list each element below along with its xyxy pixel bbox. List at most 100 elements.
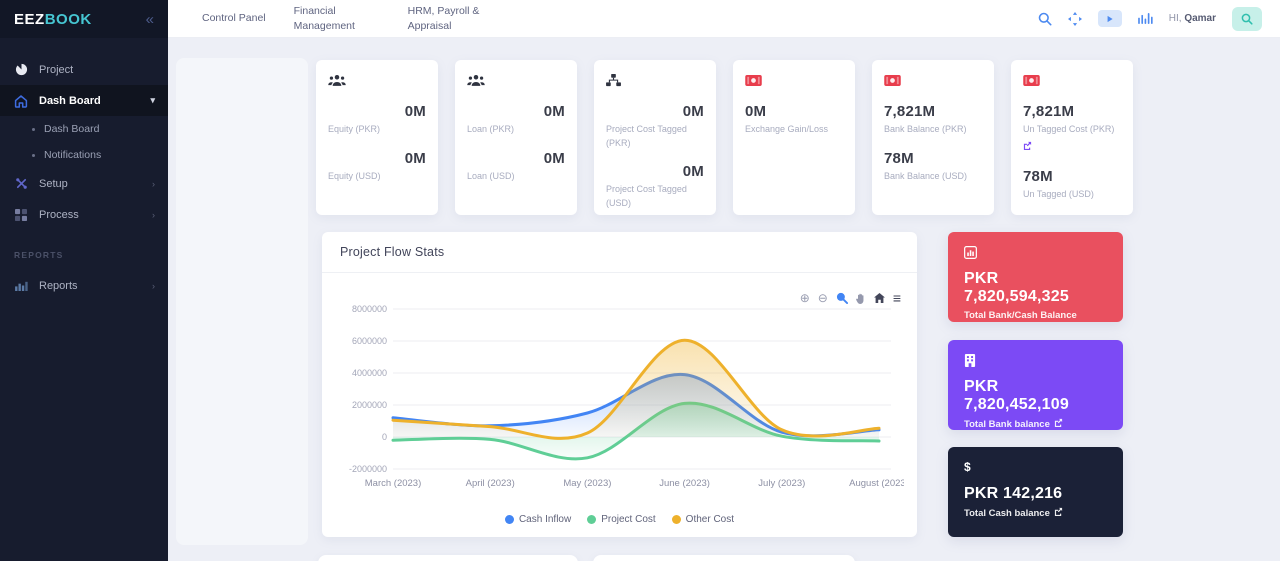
summary-value: PKR 7,820,452,109 (964, 378, 1107, 414)
stat-label: Un Tagged (USD) (1023, 188, 1121, 202)
svg-text:-2000000: -2000000 (349, 464, 387, 474)
stats-bars-icon[interactable] (1138, 13, 1153, 24)
stat-card-bank-balance-pkr: 7,821MBank Balance (PKR)78MBank Balance … (872, 60, 994, 215)
main-content: 0MEquity (PKR)0MEquity (USD)0MLoan (PKR)… (168, 38, 1280, 561)
summary-card-total-bank-balance[interactable]: PKR 7,820,452,109 Total Bank balance (948, 340, 1123, 430)
menu-icon[interactable]: ≡ (893, 291, 901, 305)
svg-text:4000000: 4000000 (352, 368, 387, 378)
stat-row: 0MProject Cost Tagged (PKR) (606, 103, 704, 150)
sidebar-item-process[interactable]: Process › (0, 199, 168, 230)
stat-label: Equity (USD) (328, 170, 426, 184)
stat-card-exchange-gain-loss: 0MExchange Gain/Loss (733, 60, 855, 215)
sidebar-item-label: Dash Board (39, 95, 101, 107)
play-icon[interactable] (1098, 10, 1122, 27)
chart-header: Project Flow Stats (322, 232, 917, 273)
bullet-icon (32, 128, 35, 131)
search-icon[interactable] (1038, 12, 1052, 26)
sidebar-item-setup[interactable]: Setup› (0, 168, 168, 199)
brand-primary: EEZ (14, 11, 45, 28)
stat-value: 7,821M (1023, 103, 1121, 120)
next-card-stub-left (318, 555, 578, 561)
user-name: Qamar (1184, 13, 1216, 24)
stat-label: Un Tagged Cost (PKR) (1023, 123, 1121, 137)
stat-label: Equity (PKR) (328, 123, 426, 137)
stat-value: 0M (606, 103, 704, 120)
legend-item-project-cost[interactable]: Project Cost (587, 514, 655, 525)
summary-label-text: Total Cash balance (964, 508, 1050, 519)
chevron-right-icon: › (152, 281, 155, 291)
stat-row: 0M Equity (PKR) (328, 103, 426, 137)
chevron-right-icon: › (152, 210, 155, 220)
legend-label: Cash Inflow (519, 514, 571, 525)
stat-label: Loan (USD) (467, 170, 565, 184)
legend-dot (587, 515, 596, 524)
sidebar-menu: Project Dash Board ▾ Dash Board Notification… (0, 38, 168, 301)
project-flow-stats-card: Project Flow Stats ⊕ ⊖ ≡ 80000006000000400… (322, 232, 917, 537)
stat-value: 0M (328, 103, 426, 120)
sidebar-item-label: Process (39, 209, 79, 221)
external-link-icon[interactable] (1023, 141, 1032, 150)
chart-box-icon (964, 245, 1107, 259)
nav-tab-hrm-payroll-appraisal[interactable]: HRM, Payroll & Appraisal (408, 4, 494, 32)
reset-home-icon[interactable] (874, 293, 885, 303)
external-link-icon[interactable] (1054, 507, 1063, 519)
legend-item-cash-inflow[interactable]: Cash Inflow (505, 514, 571, 525)
legend-item-other-cost[interactable]: Other Cost (672, 514, 734, 525)
external-link-icon[interactable] (1054, 418, 1063, 430)
legend-dot (672, 515, 681, 524)
search-button[interactable] (1232, 7, 1262, 31)
sidebar-item-dash-board[interactable]: Dash Board ▾ (0, 85, 168, 116)
zoom-in-icon[interactable]: ⊕ (800, 292, 810, 304)
chart-title: Project Flow Stats (340, 245, 444, 259)
stat-value: 0M (606, 163, 704, 180)
stat-row: 0MLoan (PKR) (467, 103, 565, 137)
stat-value: 0M (745, 103, 843, 120)
svg-text:July (2023): July (2023) (758, 478, 805, 489)
banknote-icon (1023, 73, 1121, 87)
chevron-down-icon: ▾ (150, 95, 155, 106)
brand-secondary: BOOK (45, 11, 92, 28)
sidebar-subitem-notifications[interactable]: Notifications (0, 142, 168, 168)
stat-card-loan-pkr: 0MLoan (PKR) 0MLoan (USD) (455, 60, 577, 215)
area-chart[interactable]: 80000006000000400000020000000-2000000Mar… (334, 301, 904, 496)
nav-tab-financial-management[interactable]: Financial Management (294, 4, 380, 32)
greeting-prefix: HI, (1169, 13, 1182, 24)
legend-dot (505, 515, 514, 524)
sidebar-subitem-dash-board[interactable]: Dash Board (0, 116, 168, 142)
zoom-out-icon[interactable]: ⊖ (818, 292, 828, 304)
sidebar-logo: EEZBOOK « (0, 0, 168, 38)
expand-icon[interactable] (1068, 12, 1082, 26)
stat-rows: 0MLoan (PKR) 0MLoan (USD) (467, 103, 565, 183)
sidebar-collapse-icon[interactable]: « (146, 12, 154, 27)
summary-label: Total Bank/Cash Balance (964, 310, 1107, 321)
pie-icon (13, 63, 29, 76)
stat-rows: 0MProject Cost Tagged (PKR)0MProject Cos… (606, 103, 704, 210)
stat-row: 0MLoan (USD) (467, 150, 565, 184)
summary-card-total-bank-cash-balance[interactable]: PKR 7,820,594,325Total Bank/Cash Balance (948, 232, 1123, 322)
summary-card-total-cash-balance[interactable]: $PKR 142,216Total Cash balance (948, 447, 1123, 537)
stat-row: 7,821MBank Balance (PKR) (884, 103, 982, 137)
selection-zoom-icon[interactable] (836, 292, 848, 304)
users-icon (467, 73, 565, 87)
sidebar-item-project[interactable]: Project (0, 54, 168, 85)
topbar-right: HI, Qamar (1038, 7, 1262, 31)
sidebar-subitem-label: Dash Board (44, 123, 99, 135)
stat-row: 0MExchange Gain/Loss (745, 103, 843, 137)
stat-value: 78M (884, 150, 982, 167)
svg-text:June (2023): June (2023) (659, 478, 710, 489)
chart-body: ⊕ ⊖ ≡ 80000006000000400000020000000-200000… (322, 273, 917, 535)
dollar-icon: $ (964, 460, 1107, 474)
topbar: Control Panel Financial Management HRM, Pa… (168, 0, 1280, 38)
stat-row: 7,821M Un Tagged Cost (PKR) (1023, 103, 1121, 155)
svg-text:May (2023): May (2023) (563, 478, 611, 489)
banknote-icon (745, 73, 843, 87)
legend-label: Project Cost (601, 514, 655, 525)
pan-icon[interactable] (856, 293, 866, 304)
sidebar-item-label: Project (39, 64, 73, 76)
sidebar-item-reports[interactable]: Reports› (0, 270, 168, 301)
svg-text:August (2023): August (2023) (849, 478, 904, 489)
summary-label: Total Bank balance (964, 418, 1107, 430)
sitemap-icon (606, 73, 704, 87)
nav-tab-control-panel[interactable]: Control Panel (202, 11, 266, 25)
stat-row: 0MEquity (USD) (328, 150, 426, 184)
